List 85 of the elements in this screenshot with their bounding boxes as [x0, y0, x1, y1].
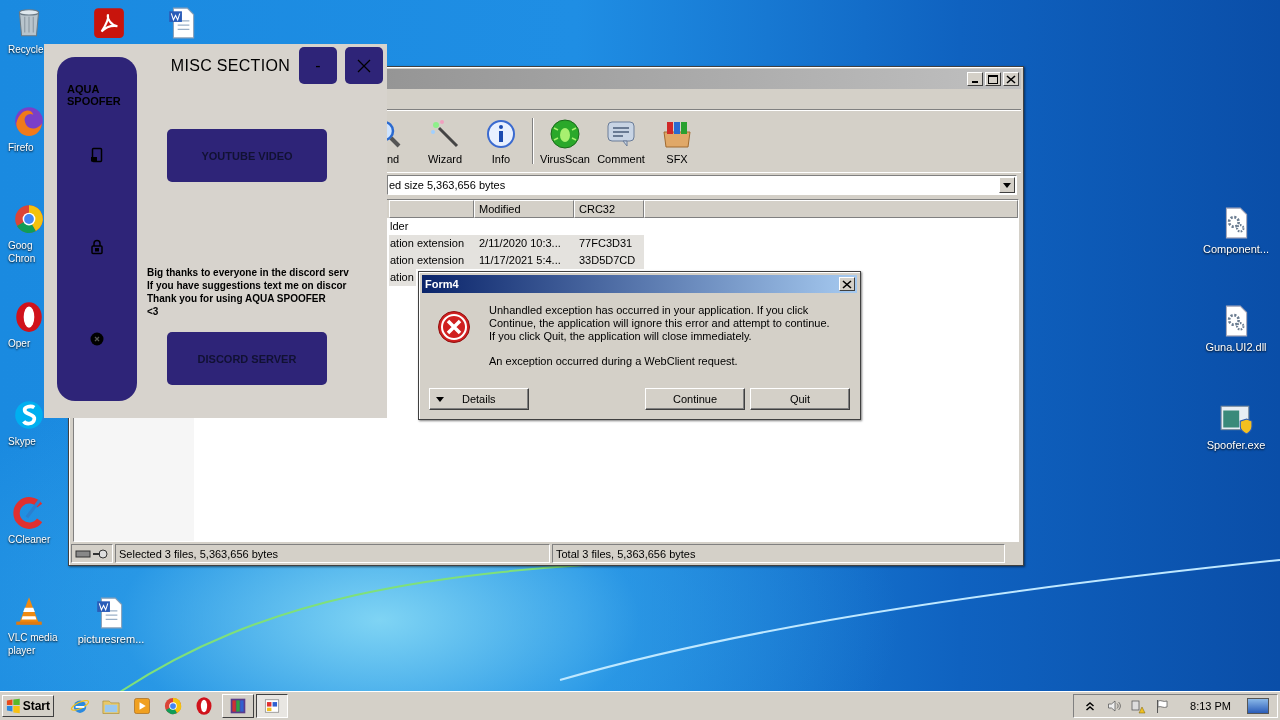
status-text: Selected 3 files, 5,363,656 bytes	[115, 544, 550, 563]
close-icon	[89, 331, 105, 347]
taskbar-button[interactable]	[132, 696, 152, 716]
column-header[interactable]: Modified	[474, 200, 574, 218]
icon-label: Oper	[8, 337, 31, 350]
play-icon	[132, 696, 152, 716]
wand-icon	[429, 117, 461, 150]
tablet-icon	[89, 147, 105, 163]
info-icon	[485, 117, 517, 150]
caret-icon	[436, 396, 444, 402]
details-button[interactable]: Details	[429, 388, 529, 410]
dialog-button[interactable]: Continue	[645, 388, 745, 410]
archive-icon	[229, 697, 247, 715]
column-header[interactable]: CRC32	[574, 200, 644, 218]
close-icon	[842, 279, 852, 289]
nav-button[interactable]	[89, 331, 105, 347]
table-cell-text: 2/11/2020 10:3...	[478, 236, 562, 251]
maximize-button[interactable]	[985, 72, 1001, 86]
table-cell-text: 77FC3D31	[578, 236, 634, 251]
toolbar-button[interactable]: VirusScan	[537, 110, 593, 172]
error-icon	[437, 310, 471, 344]
minimize-button[interactable]	[967, 72, 983, 86]
dialog-title: Form4	[425, 278, 459, 290]
table-cell-text: ation extension	[389, 253, 465, 268]
close-icon	[1006, 74, 1016, 84]
file-row[interactable]: ation extension 2/11/2020 10:3... 77FC3D31	[389, 235, 644, 252]
globe-icon[interactable]	[12, 104, 46, 138]
bug-icon	[549, 117, 581, 150]
show-desktop-button[interactable]	[1247, 698, 1269, 714]
close-icon	[356, 57, 372, 74]
icon-label: Guna.UI2.dll	[1205, 341, 1267, 354]
icon-label: VLC media	[8, 631, 58, 644]
toolbar-button[interactable]: Wizard	[417, 110, 473, 172]
message-line: Thank you for using AQUA SPOOFER	[147, 292, 327, 305]
toolbar-button[interactable]: Info	[473, 110, 529, 172]
close-button[interactable]	[839, 277, 855, 291]
wheel-icon	[163, 696, 183, 716]
status-text: Total 3 files, 5,363,656 bytes	[552, 544, 1005, 563]
icon-label: CCleaner	[8, 533, 51, 546]
table-cell-text: ation extension	[389, 236, 465, 251]
dialog-button[interactable]: Quit	[750, 388, 850, 410]
flag-icon[interactable]	[1154, 698, 1171, 714]
windows-flag-icon	[6, 698, 21, 714]
toolbar-button[interactable]: Comment	[593, 110, 649, 172]
bubble-icon[interactable]	[12, 398, 46, 432]
maximize-icon	[988, 74, 998, 84]
taskbar-button[interactable]	[194, 696, 214, 716]
speaker-icon[interactable]	[1106, 698, 1123, 714]
error-message: Unhandled exception has occurred in your application. If you click Continue, the application will ignore this error and attempt to continue. If you click Quit, the application will close immediately.	[489, 304, 831, 343]
error-detail: An exception occurred during a WebClient request.	[489, 355, 739, 368]
window-icon	[263, 697, 281, 715]
icon-label: Recycle	[8, 43, 44, 56]
icon-label: Chron	[8, 252, 36, 265]
column-header[interactable]	[389, 200, 474, 218]
icon-label: Spoofer.exe	[1206, 439, 1266, 452]
close-button[interactable]	[1003, 72, 1019, 86]
taskbar-button[interactable]	[163, 696, 183, 716]
toolbar-button[interactable]: SFX	[649, 110, 705, 172]
padlock-icon	[89, 239, 105, 255]
message-line: If you have suggestions text me on discor	[147, 279, 348, 292]
minimize-icon	[972, 81, 978, 83]
ring-icon	[194, 696, 214, 716]
file-row[interactable]: lder	[389, 218, 411, 235]
network-icon[interactable]	[1130, 698, 1147, 714]
icon-label: player	[8, 644, 36, 657]
wheel-icon[interactable]	[12, 202, 46, 236]
file-row[interactable]: ation extension 11/17/2021 5:4... 33D5D7CD	[389, 252, 644, 269]
start-button[interactable]: Start	[2, 695, 54, 717]
icon-label: Component...	[1202, 243, 1269, 256]
path-field[interactable]: ed size 5,363,656 bytes	[387, 175, 1017, 195]
icon-label: Firefo	[8, 141, 34, 154]
drive-icon	[75, 548, 109, 559]
table-cell-text: 33D5D7CD	[578, 253, 637, 268]
icon-label: Skype	[8, 435, 36, 448]
clock[interactable]: 8:13 PM	[1190, 700, 1231, 712]
file-row[interactable]: ation	[389, 269, 416, 286]
icon-label: picturesrem...	[77, 633, 145, 646]
message-line: Big thanks to everyone in the discord serv	[147, 266, 350, 279]
task-button[interactable]	[256, 694, 288, 718]
table-cell-text: 11/17/2021 5:4...	[478, 253, 562, 268]
app-name: AQUA SPOOFER	[67, 83, 122, 107]
app-tile-icon[interactable]	[92, 6, 126, 40]
section-title: MISC SECTION	[170, 56, 290, 75]
icon-label: Goog	[8, 239, 33, 252]
message-line: <3	[147, 305, 160, 318]
